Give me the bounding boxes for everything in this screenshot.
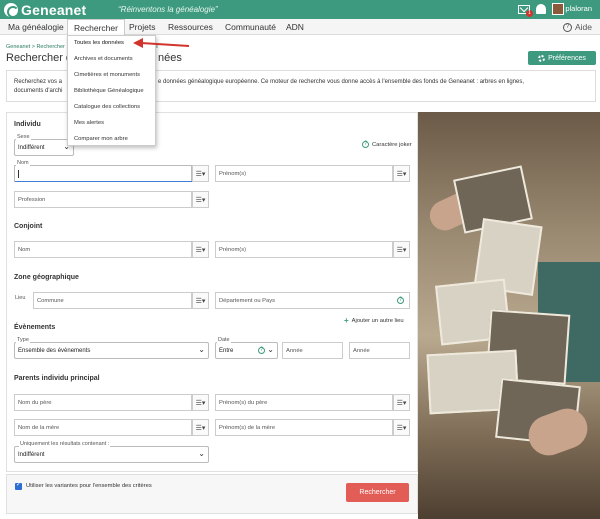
sexe-select[interactable]: Indifférent bbox=[14, 139, 74, 156]
top-icons: 1 bbox=[518, 3, 564, 17]
tagline: “Réinventons la généalogie” bbox=[118, 5, 218, 14]
breadcrumb-current[interactable]: Rechercher bbox=[36, 44, 64, 50]
messages-button[interactable]: 1 bbox=[518, 4, 533, 17]
nav-ressources[interactable]: Ressources bbox=[168, 22, 213, 32]
gear-icon bbox=[538, 54, 546, 62]
search-button[interactable]: Rechercher bbox=[346, 483, 409, 502]
sexe-label: Sexe bbox=[16, 134, 31, 140]
nav-adn[interactable]: ADN bbox=[286, 22, 304, 32]
joker-label: Caractère joker bbox=[372, 141, 412, 148]
nom-mere-options-button[interactable]: ☰▾ bbox=[192, 419, 209, 436]
form-footer: Utiliser les variantes pour l'ensemble d… bbox=[6, 474, 418, 514]
annee-debut-input[interactable]: Année bbox=[282, 342, 343, 359]
top-bar: Geneanet “Réinventons la généalogie” 1 p… bbox=[0, 0, 600, 19]
nom-options-button[interactable]: ☰▾ bbox=[192, 165, 209, 182]
page-title-start: Rechercher d bbox=[6, 52, 73, 64]
search-form: Individu Sexe Indifférent ? Caractère jo… bbox=[6, 112, 418, 472]
logo-icon bbox=[4, 2, 19, 18]
commune-input[interactable]: Commune bbox=[33, 292, 192, 309]
prenom-options-button[interactable]: ☰▾ bbox=[393, 165, 410, 182]
prenom-mere-options-button[interactable]: ☰▾ bbox=[393, 419, 410, 436]
only-results-label: Uniquement les résultats contenant : bbox=[19, 441, 111, 447]
menu-item-comparer[interactable]: Comparer mon arbre bbox=[74, 136, 128, 142]
menu-item-archives[interactable]: Archives et documents bbox=[74, 56, 133, 62]
help-circle-icon: ? bbox=[362, 141, 369, 148]
type-label: Type bbox=[16, 337, 30, 343]
section-conjoint: Conjoint bbox=[14, 223, 43, 230]
breadcrumb: Geneanet > Rechercher nées bbox=[6, 44, 158, 50]
profession-options-button[interactable]: ☰▾ bbox=[192, 191, 209, 208]
preferences-button[interactable]: Préférences bbox=[528, 51, 596, 65]
help-label: Aide bbox=[574, 22, 592, 32]
joker-link[interactable]: ? Caractère joker bbox=[362, 141, 412, 148]
help-circle-icon[interactable]: ? bbox=[258, 347, 265, 354]
menu-item-cimetieres[interactable]: Cimetières et monuments bbox=[74, 72, 140, 78]
add-place-link[interactable]: + Ajouter un autre lieu bbox=[344, 316, 404, 325]
conjoint-prenom-input[interactable]: Prénom(s) bbox=[215, 241, 393, 258]
nav-ma-genealogie[interactable]: Ma généalogie bbox=[8, 22, 64, 32]
text-cursor bbox=[18, 169, 19, 178]
breadcrumb-separator: > bbox=[31, 44, 35, 50]
nav-communaute[interactable]: Communauté bbox=[225, 22, 276, 32]
rechercher-dropdown: Toutes les données Archives et documents… bbox=[67, 35, 156, 146]
nav-projets[interactable]: Projets bbox=[129, 22, 155, 32]
intro-line1-start: Recherchez vos a bbox=[14, 79, 63, 85]
prenom-pere-options-button[interactable]: ☰▾ bbox=[393, 394, 410, 411]
departement-input[interactable]: Département ou Pays ? bbox=[215, 292, 410, 309]
prenom-mere-input[interactable]: Prénom(s) de la mère bbox=[215, 419, 393, 436]
section-individu: Individu bbox=[14, 121, 41, 128]
nom-pere-options-button[interactable]: ☰▾ bbox=[192, 394, 209, 411]
nav-rechercher[interactable]: Rechercher bbox=[67, 19, 125, 35]
conjoint-nom-options-button[interactable]: ☰▾ bbox=[192, 241, 209, 258]
page-title-end: nées bbox=[158, 52, 182, 64]
profession-input[interactable]: Profession bbox=[14, 191, 192, 208]
type-select[interactable]: Ensemble des évènements bbox=[14, 342, 209, 359]
help-circle-icon[interactable]: ? bbox=[397, 297, 404, 304]
nom-label: Nom bbox=[16, 160, 30, 166]
add-place-label: Ajouter un autre lieu bbox=[351, 317, 404, 324]
avatar[interactable] bbox=[552, 3, 564, 15]
conjoint-nom-input[interactable]: Nom bbox=[14, 241, 192, 258]
menu-item-alertes[interactable]: Mes alertes bbox=[74, 120, 104, 126]
prenom-input[interactable]: Prénom(s) bbox=[215, 165, 393, 182]
date-select[interactable]: Entre ? bbox=[215, 342, 278, 359]
departement-placeholder: Département ou Pays bbox=[219, 297, 276, 304]
date-label: Date bbox=[217, 337, 231, 343]
intro-line1-end: e données généalogique européenne. Ce mo… bbox=[158, 79, 525, 85]
geneanet-logo[interactable]: Geneanet bbox=[4, 1, 87, 18]
section-zone: Zone géographique bbox=[14, 274, 79, 281]
old-photos-image bbox=[418, 112, 600, 519]
notification-badge: 1 bbox=[526, 9, 533, 17]
red-arrow-annotation bbox=[133, 38, 190, 48]
lieu-label: Lieu bbox=[14, 295, 27, 301]
date-value: Entre bbox=[219, 347, 234, 354]
help-link[interactable]: ? Aide bbox=[562, 22, 592, 32]
nom-pere-input[interactable]: Nom du père bbox=[14, 394, 192, 411]
preferences-label: Préférences bbox=[548, 54, 586, 62]
prenom-pere-input[interactable]: Prénom(s) du père bbox=[215, 394, 393, 411]
variants-label: Utiliser les variantes pour l'ensemble d… bbox=[26, 483, 152, 489]
section-parents: Parents individu principal bbox=[14, 375, 100, 382]
plus-icon: + bbox=[344, 316, 349, 325]
annee-fin-input[interactable]: Année bbox=[349, 342, 410, 359]
commune-options-button[interactable]: ☰▾ bbox=[192, 292, 209, 309]
logo-text: Geneanet bbox=[21, 1, 87, 18]
only-results-select[interactable]: Indifférent bbox=[14, 446, 209, 463]
menu-item-toutes-donnees[interactable]: Toutes les données bbox=[74, 40, 124, 46]
help-icon: ? bbox=[562, 22, 572, 32]
main-nav: Ma généalogie Rechercher Projets Ressour… bbox=[0, 19, 600, 35]
breadcrumb-home[interactable]: Geneanet bbox=[6, 44, 30, 50]
bell-icon[interactable] bbox=[536, 4, 546, 14]
section-evenements: Évènements bbox=[14, 324, 56, 331]
page-title: Rechercher d nées bbox=[6, 52, 182, 64]
menu-item-catalogue[interactable]: Catalogue des collections bbox=[74, 104, 140, 110]
menu-item-bibliotheque[interactable]: Bibliothèque Généalogique bbox=[74, 88, 144, 94]
variants-checkbox[interactable] bbox=[15, 481, 22, 490]
conjoint-prenom-options-button[interactable]: ☰▾ bbox=[393, 241, 410, 258]
nom-input[interactable] bbox=[14, 165, 193, 182]
nom-mere-input[interactable]: Nom de la mère bbox=[14, 419, 192, 436]
username[interactable]: plaloran bbox=[565, 4, 592, 13]
